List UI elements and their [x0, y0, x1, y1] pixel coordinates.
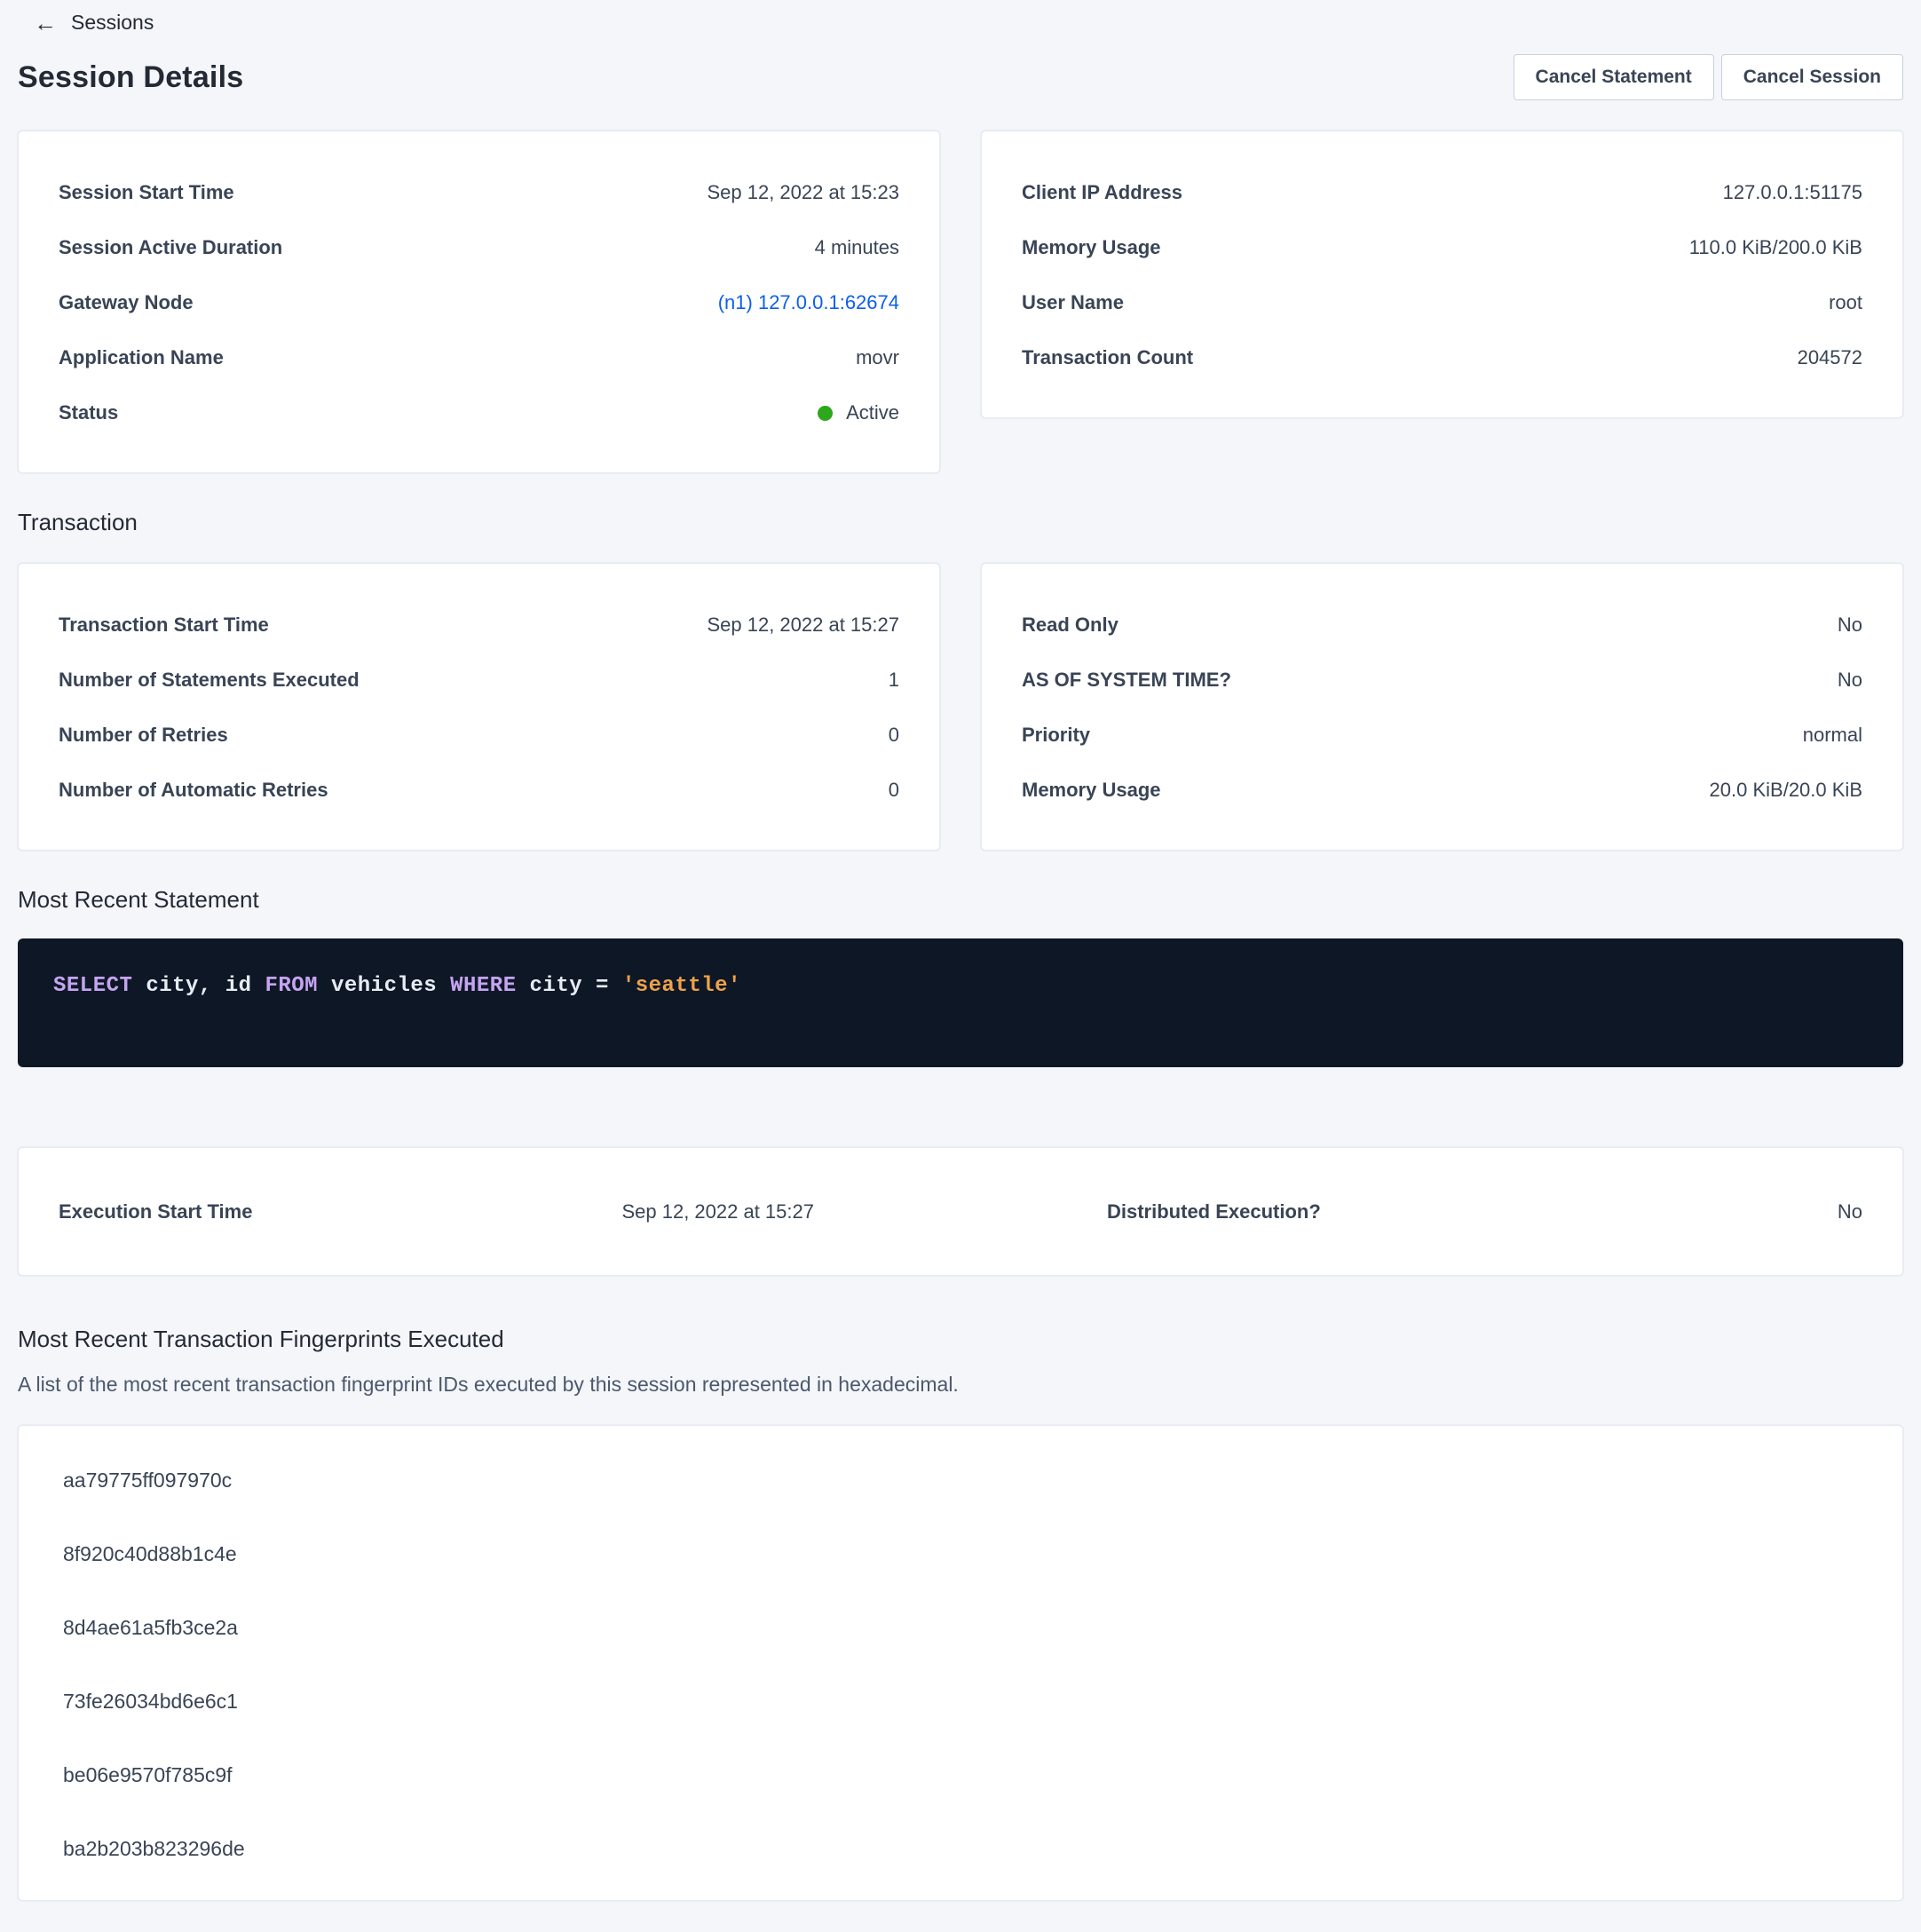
status-value: Active	[846, 401, 899, 424]
fingerprints-card: aa79775ff097970c 8f920c40d88b1c4e 8d4ae6…	[18, 1425, 1903, 1901]
transaction-count-row: Transaction Count 204572	[1022, 330, 1862, 385]
sql-keyword-from: FROM	[265, 974, 318, 998]
row-label: Memory Usage	[1022, 779, 1161, 802]
row-value: root	[1829, 291, 1862, 314]
header-actions: Cancel Statement Cancel Session	[1514, 54, 1903, 100]
distributed-execution-cell: Distributed Execution? No	[965, 1200, 1862, 1223]
row-label: Gateway Node	[59, 291, 194, 314]
row-value: 20.0 KiB/20.0 KiB	[1710, 779, 1862, 802]
row-label: Number of Retries	[59, 724, 228, 747]
row-label: Execution Start Time	[59, 1200, 252, 1223]
execution-start-time-cell: Execution Start Time Sep 12, 2022 at 15:…	[59, 1200, 965, 1223]
sql-keyword-where: WHERE	[450, 974, 517, 998]
automatic-retries-row: Number of Automatic Retries 0	[59, 763, 899, 818]
row-value: 1	[889, 669, 899, 692]
cancel-statement-button[interactable]: Cancel Statement	[1514, 54, 1714, 100]
execution-details-card: Execution Start Time Sep 12, 2022 at 15:…	[18, 1147, 1903, 1276]
application-name-row: Application Name movr	[59, 330, 899, 385]
row-label: Application Name	[59, 346, 224, 369]
row-label: Transaction Start Time	[59, 614, 269, 637]
fingerprint-item: 73fe26034bd6e6c1	[63, 1665, 1858, 1738]
row-label: Number of Statements Executed	[59, 669, 360, 692]
row-label: Priority	[1022, 724, 1090, 747]
arrow-left-icon: ←	[34, 12, 57, 35]
fingerprint-item: be06e9570f785c9f	[63, 1738, 1858, 1812]
transaction-section-heading: Transaction	[18, 509, 1903, 536]
transaction-right-card: Read Only No AS OF SYSTEM TIME? No Prior…	[981, 563, 1903, 851]
client-ip-row: Client IP Address 127.0.0.1:51175	[1022, 165, 1862, 220]
retries-row: Number of Retries 0	[59, 708, 899, 763]
fingerprint-item: ba2b203b823296de	[63, 1812, 1858, 1886]
gateway-node-link[interactable]: (n1) 127.0.0.1:62674	[718, 291, 899, 314]
transaction-memory-usage-row: Memory Usage 20.0 KiB/20.0 KiB	[1022, 763, 1862, 818]
session-details-page: ← Sessions Session Details Cancel Statem…	[0, 0, 1921, 1922]
sql-columns: city, id	[132, 974, 265, 998]
session-start-time-row: Session Start Time Sep 12, 2022 at 15:23	[59, 165, 899, 220]
status-row: Status Active	[59, 385, 899, 440]
gateway-node-row: Gateway Node (n1) 127.0.0.1:62674	[59, 275, 899, 330]
row-value: Sep 12, 2022 at 15:27	[621, 1200, 814, 1223]
row-label: Session Active Duration	[59, 236, 282, 259]
row-value: 204572	[1798, 346, 1862, 369]
fingerprints-description: A list of the most recent transaction fi…	[18, 1373, 1903, 1397]
row-label: Client IP Address	[1022, 181, 1182, 204]
row-label: Transaction Count	[1022, 346, 1193, 369]
page-header: Session Details Cancel Statement Cancel …	[18, 54, 1903, 100]
row-label: AS OF SYSTEM TIME?	[1022, 669, 1231, 692]
read-only-row: Read Only No	[1022, 598, 1862, 653]
row-label: Number of Automatic Retries	[59, 779, 328, 802]
row-value: Sep 12, 2022 at 15:23	[707, 181, 899, 204]
transaction-start-time-row: Transaction Start Time Sep 12, 2022 at 1…	[59, 598, 899, 653]
sql-statement-box: SELECT city, id FROM vehicles WHERE city…	[18, 938, 1903, 1067]
statement-section-heading: Most Recent Statement	[18, 886, 1903, 914]
session-active-duration-row: Session Active Duration 4 minutes	[59, 220, 899, 275]
row-value: 127.0.0.1:51175	[1723, 181, 1862, 204]
status-badge: Active	[818, 401, 899, 424]
row-value: 4 minutes	[815, 236, 899, 259]
row-value: Sep 12, 2022 at 15:27	[707, 614, 899, 637]
row-value: movr	[856, 346, 899, 369]
breadcrumb-back-sessions[interactable]: ← Sessions	[34, 7, 154, 38]
row-label: User Name	[1022, 291, 1124, 314]
fingerprint-item: 8f920c40d88b1c4e	[63, 1517, 1858, 1591]
page-title: Session Details	[18, 60, 243, 95]
row-value: 110.0 KiB/200.0 KiB	[1689, 236, 1862, 259]
breadcrumb-label: Sessions	[71, 11, 154, 35]
sql-table: vehicles	[318, 974, 450, 998]
status-active-dot-icon	[818, 406, 833, 421]
sql-predicate: city =	[517, 974, 622, 998]
fingerprint-item: 8d4ae61a5fb3ce2a	[63, 1591, 1858, 1665]
row-label: Read Only	[1022, 614, 1119, 637]
row-label: Status	[59, 401, 118, 424]
sql-string-literal: 'seattle'	[622, 974, 741, 998]
memory-usage-row: Memory Usage 110.0 KiB/200.0 KiB	[1022, 220, 1862, 275]
session-right-card: Client IP Address 127.0.0.1:51175 Memory…	[981, 131, 1903, 418]
fingerprint-item: aa79775ff097970c	[63, 1444, 1858, 1517]
fingerprints-section-heading: Most Recent Transaction Fingerprints Exe…	[18, 1326, 1903, 1353]
transaction-left-card: Transaction Start Time Sep 12, 2022 at 1…	[18, 563, 940, 851]
row-value: 0	[889, 724, 899, 747]
session-summary-grid: Session Start Time Sep 12, 2022 at 15:23…	[18, 131, 1903, 473]
user-name-row: User Name root	[1022, 275, 1862, 330]
statements-executed-row: Number of Statements Executed 1	[59, 653, 899, 708]
transaction-grid: Transaction Start Time Sep 12, 2022 at 1…	[18, 563, 1903, 851]
priority-row: Priority normal	[1022, 708, 1862, 763]
cancel-session-button[interactable]: Cancel Session	[1721, 54, 1903, 100]
row-label: Memory Usage	[1022, 236, 1161, 259]
sql-statement-text: SELECT city, id FROM vehicles WHERE city…	[53, 974, 1868, 998]
as-of-system-time-row: AS OF SYSTEM TIME? No	[1022, 653, 1862, 708]
row-value: No	[1838, 1200, 1862, 1223]
row-value: normal	[1803, 724, 1862, 747]
sql-keyword-select: SELECT	[53, 974, 132, 998]
row-value: No	[1838, 614, 1862, 637]
session-left-card: Session Start Time Sep 12, 2022 at 15:23…	[18, 131, 940, 473]
row-label: Distributed Execution?	[1107, 1200, 1321, 1223]
row-value: 0	[889, 779, 899, 802]
row-label: Session Start Time	[59, 181, 234, 204]
row-value: No	[1838, 669, 1862, 692]
